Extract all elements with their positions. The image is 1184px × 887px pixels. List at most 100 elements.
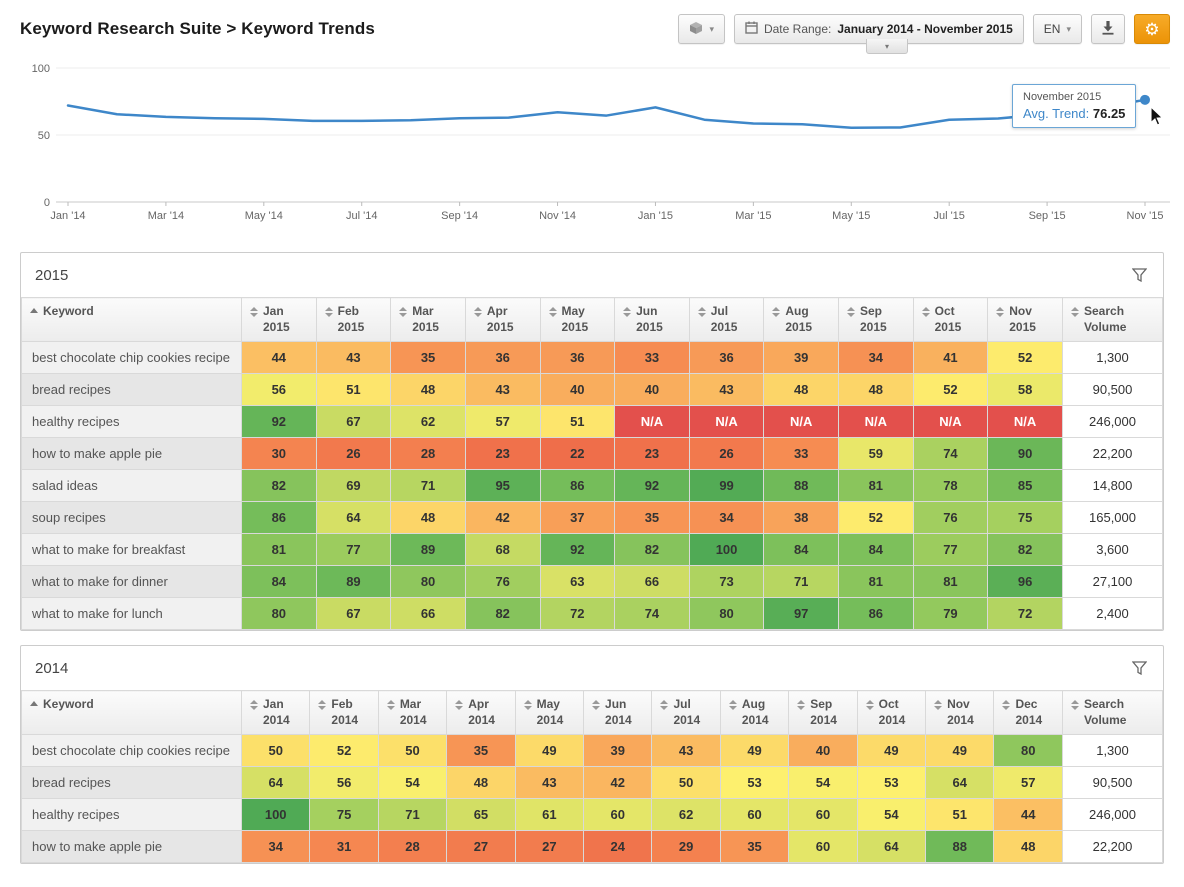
trend-value-cell: 85 (988, 470, 1063, 502)
cube-icon (689, 21, 703, 38)
month-column-header[interactable]: Feb2014 (310, 691, 378, 735)
month-column-header[interactable]: Jul2015 (689, 298, 764, 342)
sort-ascending-icon (30, 701, 38, 706)
keyword-cell: what to make for breakfast (22, 534, 242, 566)
page-title: Keyword Research Suite > Keyword Trends (20, 19, 375, 39)
trend-value-cell: 81 (839, 470, 914, 502)
keyword-column-header[interactable]: Keyword (22, 298, 242, 342)
trend-value-cell: N/A (615, 406, 690, 438)
trend-value-cell: 80 (391, 566, 466, 598)
trend-value-cell: 67 (316, 598, 391, 630)
trend-value-cell: 63 (540, 566, 615, 598)
month-column-header[interactable]: Sep2015 (839, 298, 914, 342)
trend-chart: 050100Jan '14Mar '14May '14Jul '14Sep '1… (10, 54, 1174, 238)
trend-value-cell: 49 (720, 735, 788, 767)
trend-value-cell: 84 (839, 534, 914, 566)
trend-value-cell: 23 (465, 438, 540, 470)
trend-value-cell: 86 (839, 598, 914, 630)
month-column-header[interactable]: Jan2014 (242, 691, 310, 735)
x-tick-label: Mar '15 (735, 210, 771, 222)
search-volume-column-header[interactable]: SearchVolume (1063, 298, 1163, 342)
month-column-header[interactable]: Mar2014 (378, 691, 446, 735)
trend-value-cell: 26 (316, 438, 391, 470)
table-row: how to make apple pie3026282322232633597… (22, 438, 1163, 470)
sort-icon (772, 307, 780, 317)
trend-value-cell: 27 (515, 831, 583, 863)
month-column-header[interactable]: Apr2015 (465, 298, 540, 342)
trend-value-cell: 54 (378, 767, 446, 799)
month-column-header[interactable]: Nov2015 (988, 298, 1063, 342)
month-column-header[interactable]: Jun2014 (584, 691, 652, 735)
language-button[interactable]: EN ▾ (1033, 14, 1082, 44)
trend-value-cell: 82 (988, 534, 1063, 566)
trend-value-cell: 89 (391, 534, 466, 566)
apps-cube-button[interactable]: ▾ (678, 14, 725, 44)
trend-value-cell: 56 (310, 767, 378, 799)
trend-value-cell: 92 (615, 470, 690, 502)
trend-value-cell: N/A (988, 406, 1063, 438)
trend-value-cell: 43 (689, 374, 764, 406)
month-column-header[interactable]: Jan2015 (242, 298, 317, 342)
month-column-header[interactable]: Jun2015 (615, 298, 690, 342)
month-column-header[interactable]: Jul2014 (652, 691, 720, 735)
trend-value-cell: 68 (465, 534, 540, 566)
gear-icon: ⚙ (1144, 21, 1159, 38)
trend-value-cell: 31 (310, 831, 378, 863)
filter-icon[interactable] (1130, 659, 1149, 677)
month-column-header[interactable]: Mar2015 (391, 298, 466, 342)
month-column-header[interactable]: Feb2015 (316, 298, 391, 342)
trend-value-cell: 34 (839, 342, 914, 374)
keyword-cell: how to make apple pie (22, 831, 242, 863)
trend-value-cell: 61 (515, 799, 583, 831)
trend-value-cell: 34 (242, 831, 310, 863)
month-column-header[interactable]: Dec2014 (994, 691, 1063, 735)
keyword-column-header[interactable]: Keyword (22, 691, 242, 735)
trend-value-cell: 60 (789, 799, 857, 831)
chart-collapse-toggle[interactable]: ▾ (866, 39, 908, 54)
search-volume-column-header[interactable]: SearchVolume (1063, 691, 1163, 735)
trend-value-cell: 89 (316, 566, 391, 598)
month-column-header[interactable]: Apr2014 (447, 691, 515, 735)
month-column-header[interactable]: Oct2014 (857, 691, 925, 735)
trend-value-cell: 35 (615, 502, 690, 534)
table-row: healthy recipes1007571656160626060545144… (22, 799, 1163, 831)
trend-value-cell: 77 (913, 534, 988, 566)
trend-value-cell: 24 (584, 831, 652, 863)
month-column-header[interactable]: Aug2015 (764, 298, 839, 342)
trend-value-cell: 71 (378, 799, 446, 831)
trend-value-cell: 48 (839, 374, 914, 406)
trend-value-cell: 36 (689, 342, 764, 374)
month-column-header[interactable]: Nov2014 (926, 691, 994, 735)
trend-value-cell: 80 (689, 598, 764, 630)
download-button[interactable] (1091, 14, 1125, 44)
trend-value-cell: 86 (540, 470, 615, 502)
trend-value-cell: 40 (789, 735, 857, 767)
trend-value-cell: 71 (764, 566, 839, 598)
trend-value-cell: 82 (465, 598, 540, 630)
month-column-header[interactable]: Aug2014 (720, 691, 788, 735)
keyword-cell: soup recipes (22, 502, 242, 534)
search-volume-cell: 22,200 (1063, 438, 1163, 470)
month-column-header[interactable]: Sep2014 (789, 691, 857, 735)
trend-value-cell: 76 (913, 502, 988, 534)
table-row: what to make for breakfast81778968928210… (22, 534, 1163, 566)
trend-value-cell: 56 (242, 374, 317, 406)
trend-value-cell: N/A (839, 406, 914, 438)
sort-icon (474, 307, 482, 317)
trend-value-cell: 86 (242, 502, 317, 534)
table-row: how to make apple pie3431282727242935606… (22, 831, 1163, 863)
keyword-trends-table-2014: KeywordJan2014Feb2014Mar2014Apr2014May20… (21, 690, 1163, 863)
trend-value-cell: 34 (689, 502, 764, 534)
month-column-header[interactable]: May2014 (515, 691, 583, 735)
trend-value-cell: 60 (584, 799, 652, 831)
chart-end-point[interactable] (1140, 95, 1150, 105)
settings-button[interactable]: ⚙ (1134, 14, 1170, 44)
trend-value-cell: 57 (994, 767, 1063, 799)
trend-value-cell: 64 (242, 767, 310, 799)
filter-icon[interactable] (1130, 266, 1149, 284)
month-column-header[interactable]: May2015 (540, 298, 615, 342)
search-volume-cell: 165,000 (1063, 502, 1163, 534)
month-column-header[interactable]: Oct2015 (913, 298, 988, 342)
header-controls: ▾ Date Range: January 2014 - November 20… (678, 14, 1170, 44)
keyword-cell: best chocolate chip cookies recipe (22, 342, 242, 374)
